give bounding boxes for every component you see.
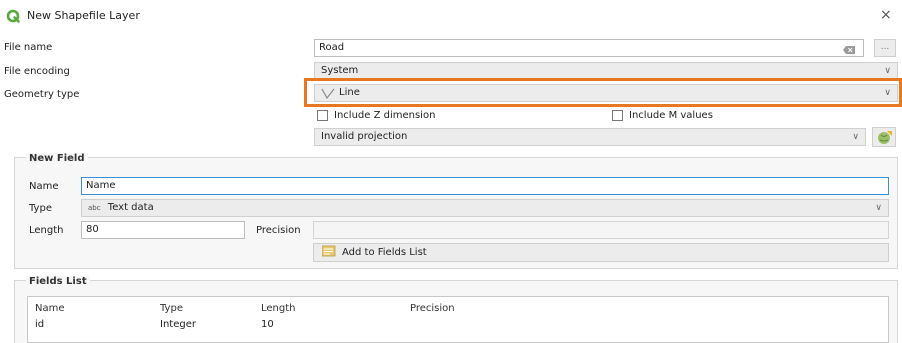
add-to-fields-list-label: Add to Fields List: [342, 247, 427, 258]
checkbox-box[interactable]: [612, 110, 623, 121]
include-m-checkbox[interactable]: Include M values: [612, 110, 713, 121]
file-name-label: File name: [4, 42, 53, 53]
field-type-value: Text data: [107, 202, 154, 213]
window-title: New Shapefile Layer: [27, 9, 140, 22]
precision-label: Precision: [256, 225, 301, 236]
name-label: Name: [29, 181, 59, 192]
fields-table[interactable]: Name Type Length Precision id Integer 10: [27, 296, 889, 343]
include-m-label: Include M values: [629, 110, 713, 121]
field-name-value: Name: [86, 180, 116, 191]
column-header-name[interactable]: Name: [35, 303, 65, 314]
projection-value: Invalid projection: [321, 131, 408, 142]
new-field-title: New Field: [26, 153, 88, 164]
file-encoding-label: File encoding: [4, 66, 70, 77]
browse-button[interactable]: ...: [874, 39, 896, 57]
length-input[interactable]: 80: [81, 221, 245, 239]
geometry-type-label: Geometry type: [4, 89, 80, 100]
select-crs-button[interactable]: [872, 127, 896, 147]
projection-select[interactable]: Invalid projection ∨: [314, 128, 866, 146]
precision-input[interactable]: [313, 221, 889, 239]
field-type-select[interactable]: abc Text data ∨: [81, 199, 889, 217]
cell-type: Integer: [160, 319, 196, 330]
field-name-input[interactable]: Name: [81, 177, 889, 195]
add-to-fields-list-button[interactable]: Add to Fields List: [313, 243, 889, 262]
highlight-box: [304, 78, 902, 107]
file-encoding-value: System: [321, 65, 359, 76]
chevron-down-icon: ∨: [884, 66, 891, 76]
close-button[interactable]: ×: [880, 8, 892, 22]
column-header-length[interactable]: Length: [261, 303, 296, 314]
text-type-icon: abc: [88, 204, 101, 212]
table-row[interactable]: id Integer 10: [28, 317, 888, 333]
qgis-logo-icon: [6, 9, 20, 23]
globe-icon: [877, 130, 893, 148]
file-name-input[interactable]: Road: [314, 39, 864, 57]
column-header-type[interactable]: Type: [160, 303, 183, 314]
include-z-checkbox[interactable]: Include Z dimension: [317, 110, 435, 121]
checkbox-box[interactable]: [317, 110, 328, 121]
file-name-value: Road: [319, 42, 345, 53]
length-value: 80: [86, 224, 99, 235]
include-z-label: Include Z dimension: [334, 110, 436, 121]
cell-name: id: [35, 319, 45, 330]
column-header-precision[interactable]: Precision: [410, 303, 455, 314]
fields-list-title: Fields List: [26, 276, 90, 287]
clear-icon[interactable]: [843, 44, 855, 56]
type-label: Type: [29, 203, 52, 214]
cell-length: 10: [261, 319, 274, 330]
chevron-down-icon: ∨: [875, 203, 882, 213]
add-field-icon: [321, 245, 336, 260]
length-label: Length: [29, 225, 64, 236]
chevron-down-icon: ∨: [852, 132, 859, 142]
